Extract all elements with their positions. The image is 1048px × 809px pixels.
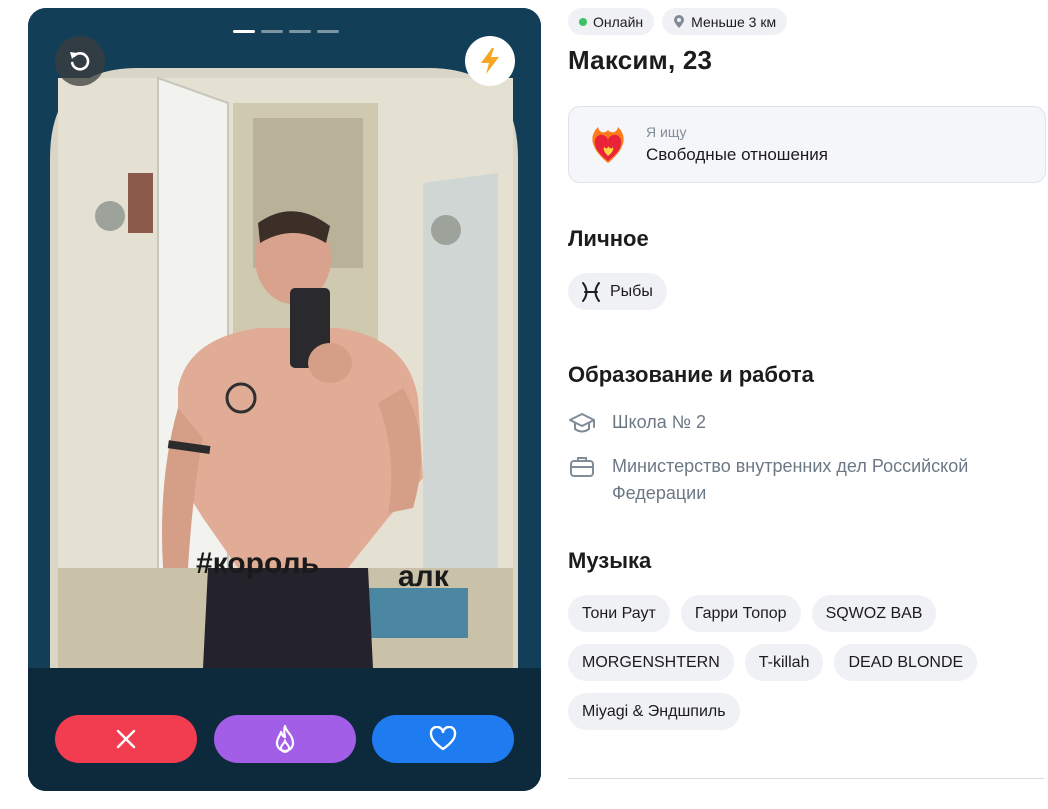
- section-divider: [568, 778, 1044, 779]
- burning-heart-icon: [592, 126, 624, 163]
- pisces-icon: [582, 281, 600, 302]
- lightning-icon: [481, 48, 499, 74]
- profile-info-panel: Онлайн Меньше 3 км Максим, 23 Я ищу Своб…: [568, 0, 1046, 809]
- looking-for-value: Свободные отношения: [646, 145, 828, 164]
- music-chip[interactable]: Гарри Топор: [680, 595, 801, 632]
- profile-name: Максим, 23: [568, 45, 713, 75]
- graduation-cap-icon: [569, 413, 595, 433]
- music-chip[interactable]: SQWOZ BAB: [811, 595, 937, 632]
- photo-progress: [233, 30, 339, 33]
- work-text: Министерство внутренних дел Российской Ф…: [612, 456, 969, 503]
- profile-photo-card[interactable]: #король алк: [28, 8, 541, 791]
- undo-button[interactable]: [55, 36, 105, 86]
- location-pin-icon: [674, 15, 685, 28]
- work-row: Министерство внутренних дел Российской Ф…: [568, 453, 1042, 507]
- photo-progress-segment[interactable]: [289, 30, 311, 33]
- online-dot-icon: [579, 17, 587, 26]
- music-chip[interactable]: Miyagi & Эндшпиль: [568, 693, 740, 730]
- music-chips: Тони Раут Гарри Топор SQWOZ BAB MORGENSH…: [568, 595, 1046, 730]
- looking-for-text: Я ищу Свободные отношения: [646, 124, 828, 165]
- personal-section-title: Личное: [568, 226, 649, 251]
- photo-progress-segment[interactable]: [233, 30, 255, 33]
- photo-progress-segment[interactable]: [317, 30, 339, 33]
- close-icon: [116, 729, 136, 749]
- superlike-button[interactable]: [213, 715, 356, 763]
- music-chip[interactable]: T-killah: [744, 644, 824, 681]
- boost-button[interactable]: [465, 36, 515, 86]
- distance-label: Меньше 3 км: [691, 13, 777, 30]
- education-section-title: Образование и работа: [568, 362, 814, 387]
- zodiac-chip: Рыбы: [568, 273, 667, 310]
- dislike-button[interactable]: [55, 715, 197, 763]
- heart-icon: [429, 726, 457, 751]
- online-status-badge: Онлайн: [568, 8, 655, 35]
- looking-for-label: Я ищу: [646, 124, 687, 140]
- undo-icon: [70, 51, 90, 71]
- distance-badge: Меньше 3 км: [662, 8, 788, 35]
- profile-photo: #король алк: [28, 8, 541, 791]
- status-row: Онлайн Меньше 3 км: [568, 8, 788, 35]
- school-row: Школа № 2: [568, 409, 1042, 437]
- svg-text:#король: #король: [196, 547, 319, 580]
- online-status-label: Онлайн: [593, 13, 644, 30]
- music-chip[interactable]: Тони Раут: [568, 595, 670, 632]
- photo-progress-segment[interactable]: [261, 30, 283, 33]
- looking-for-card: Я ищу Свободные отношения: [568, 106, 1046, 183]
- school-text: Школа № 2: [612, 412, 707, 432]
- briefcase-icon: [570, 457, 594, 477]
- zodiac-label: Рыбы: [610, 282, 653, 300]
- music-chip[interactable]: DEAD BLONDE: [834, 644, 978, 681]
- flame-icon: [275, 724, 294, 753]
- action-buttons: [55, 715, 514, 763]
- svg-text:алк: алк: [398, 560, 450, 593]
- music-chip[interactable]: MORGENSHTERN: [568, 644, 734, 681]
- music-section-title: Музыка: [568, 548, 652, 573]
- like-button[interactable]: [372, 715, 514, 763]
